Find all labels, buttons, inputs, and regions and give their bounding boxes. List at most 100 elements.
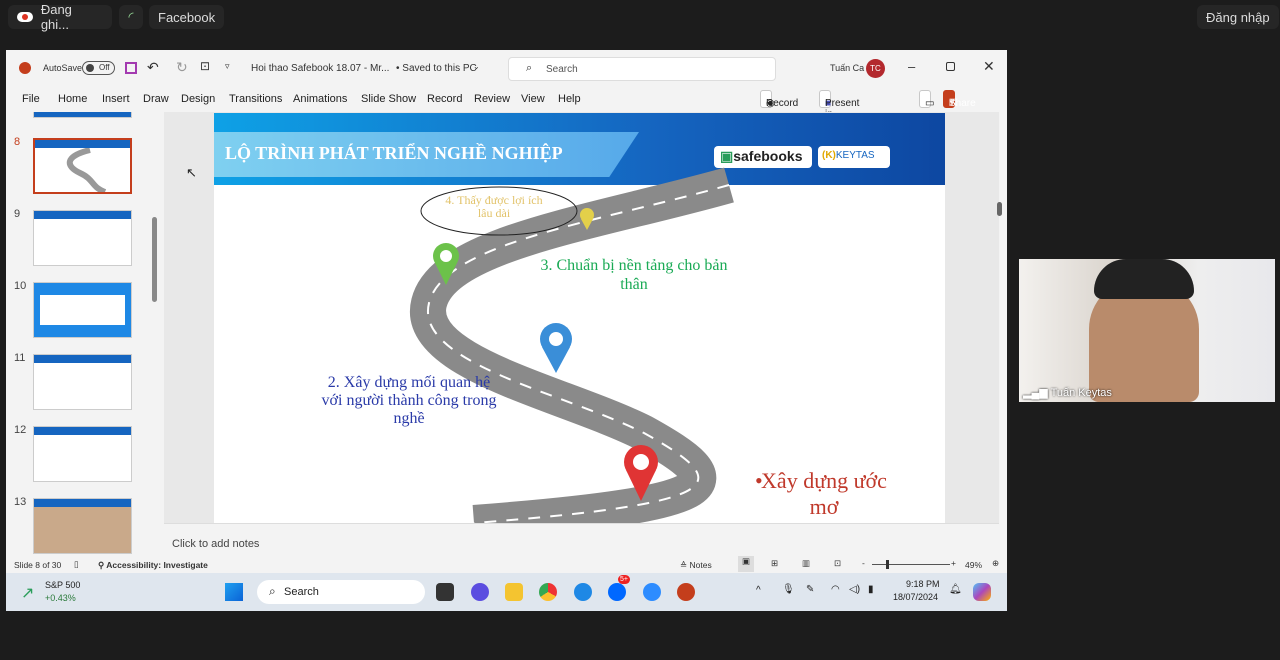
clock-date[interactable]: 18/07/2024 (893, 592, 938, 602)
edge-icon[interactable] (574, 583, 592, 601)
notification-bell-icon[interactable]: 🔔︎ (949, 584, 962, 595)
close-icon[interactable]: ✕ (983, 58, 995, 75)
minimize-icon[interactable]: – (908, 59, 915, 74)
tab-home[interactable]: Home (58, 93, 87, 105)
tray-chevron-icon[interactable]: ^ (756, 585, 761, 596)
zoom-slider[interactable]: - + (862, 558, 957, 569)
battery-icon[interactable]: ▮ (868, 584, 874, 595)
save-status[interactable]: • Saved to this PC (396, 63, 477, 74)
thumbnails-scrollbar[interactable] (152, 217, 157, 302)
tab-help[interactable]: Help (558, 93, 581, 105)
microphone-icon[interactable]: 🎙︎ (782, 584, 795, 595)
tab-design[interactable]: Design (181, 93, 215, 105)
accessibility-button[interactable]: ⚲ Accessibility: Investigate (98, 560, 208, 571)
reading-view-icon[interactable]: ▥ (802, 558, 810, 569)
record-label: Record (766, 98, 799, 109)
undo-icon[interactable]: ↶ (147, 59, 159, 76)
windows-taskbar: ↗ S&P 500 +0.43% ⌕ Search 5+ ^ 🎙︎ ✎ ◠ ◁)… (6, 573, 1007, 611)
thumbnail-number: 8 (14, 136, 21, 148)
pen-icon[interactable]: ✎ (806, 584, 814, 595)
mouse-cursor-icon: ↖ (186, 165, 197, 180)
customize-toolbar-icon[interactable]: ▿ (225, 61, 230, 72)
taskbar-search[interactable]: ⌕ Search (257, 580, 425, 604)
thumbnail-number: 12 (14, 424, 27, 436)
facebook-button[interactable]: Facebook (149, 5, 225, 29)
login-label: Đăng nhập (1206, 9, 1270, 25)
slide-thumbnail-12[interactable] (33, 426, 132, 482)
thumbnail-number: 9 (14, 208, 21, 220)
tab-record[interactable]: Record (427, 93, 462, 105)
slideshow-view-icon[interactable]: ⊡ (834, 558, 841, 569)
stock-name[interactable]: S&P 500 (45, 580, 80, 590)
step-1-text: • Xây dựng ước mơ (755, 468, 887, 519)
powerpoint-window: AutoSave Off ↶ ↻ ⊡ ▿ Hoi thao Safebook 1… (6, 50, 1007, 611)
ribbon-tabs: File Home Insert Draw Design Transitions… (6, 86, 1007, 131)
zalo-icon[interactable]: 5+ (608, 575, 630, 601)
tab-animations[interactable]: Animations (293, 93, 347, 105)
signal-icon: ▂▄▆ (1023, 387, 1048, 399)
slide-thumbnail-10[interactable] (33, 282, 132, 338)
recording-indicator[interactable]: Đang ghi... (8, 2, 112, 32)
share-button[interactable]: ⇱ Share ˅ (943, 90, 976, 109)
chrome-icon[interactable] (539, 583, 557, 601)
status-bar: Slide 8 of 30 ▯ ⚲ Accessibility: Investi… (6, 555, 1007, 573)
tab-draw[interactable]: Draw (143, 93, 169, 105)
tab-slide-show[interactable]: Slide Show (361, 93, 416, 105)
rss-icon[interactable]: ◜ (119, 5, 143, 29)
stock-change: +0.43% (45, 593, 76, 603)
document-title: Hoi thao Safebook 18.07 - Mr... (251, 63, 390, 74)
search-input[interactable]: ⌕ Search (508, 57, 776, 81)
notes-label: Notes (689, 560, 712, 570)
road-thumbnail (66, 147, 107, 192)
step-2-text: 2. Xây dựng mối quan hệ với người thành … (321, 374, 497, 427)
windows-start-icon[interactable] (225, 583, 243, 601)
copilot-icon[interactable] (973, 583, 991, 601)
slide-thumbnail-7[interactable] (33, 112, 132, 118)
notes-pane[interactable]: Click to add notes (164, 523, 999, 555)
tab-view[interactable]: View (521, 93, 545, 105)
slide-thumbnail-11[interactable] (33, 354, 132, 410)
present-in-teams-button[interactable]: ■Present in Teams (819, 90, 859, 131)
participant-video[interactable]: ▂▄▆ Tuấn Keytas (1019, 259, 1275, 402)
powerpoint-logo-icon (19, 62, 31, 74)
tab-review[interactable]: Review (474, 93, 510, 105)
powerpoint-taskbar-icon[interactable] (677, 583, 695, 601)
slide-editor: LỘ TRÌNH PHÁT TRIỂN NGHỀ NGHIỆP ▣safeboo… (164, 112, 1002, 523)
fit-to-window-icon[interactable]: ⊕ (992, 558, 999, 569)
normal-view-icon[interactable]: ▣ (738, 556, 754, 572)
autosave-toggle[interactable]: Off (82, 61, 115, 75)
volume-icon[interactable]: ◁) (849, 584, 860, 595)
save-icon[interactable] (125, 62, 137, 74)
task-view-icon[interactable] (436, 583, 454, 601)
participant-hair (1094, 259, 1194, 299)
redo-icon[interactable]: ↻ (176, 59, 188, 76)
notes-button[interactable]: ≙ Notes (680, 560, 712, 571)
file-explorer-icon[interactable] (505, 583, 523, 601)
title-bar: AutoSave Off ↶ ↻ ⊡ ▿ Hoi thao Safebook 1… (6, 50, 1007, 86)
slide-sorter-icon[interactable]: ⊞ (771, 558, 778, 569)
zoom-level[interactable]: 49% (965, 560, 982, 570)
slide-scrollbar[interactable] (997, 202, 1002, 216)
avatar[interactable]: TC (866, 59, 885, 78)
tab-insert[interactable]: Insert (102, 93, 130, 105)
zoom-app-icon[interactable] (643, 583, 661, 601)
present-icon[interactable]: ⊡ (200, 59, 210, 73)
record-button[interactable]: ◉ Record (760, 90, 798, 109)
login-button[interactable]: Đăng nhập (1197, 5, 1279, 29)
zalo-badge: 5+ (618, 575, 630, 584)
canva-icon[interactable] (471, 583, 489, 601)
comments-button[interactable]: ▭ (919, 90, 935, 109)
stock-chart-icon: ↗ (21, 585, 35, 602)
comment-icon: ▭ (925, 98, 935, 109)
slide-thumbnail-13[interactable] (33, 498, 132, 554)
clock-time[interactable]: 9:18 PM (906, 579, 940, 589)
tab-file[interactable]: File (22, 93, 40, 105)
slide-thumbnails-pane: 8 9 10 11 12 13 (6, 112, 164, 555)
slide-thumbnail-8[interactable] (33, 138, 132, 194)
autosave-state: Off (99, 63, 110, 72)
restore-icon[interactable] (946, 62, 955, 71)
slide-thumbnail-9[interactable] (33, 210, 132, 266)
tab-transitions[interactable]: Transitions (229, 93, 282, 105)
spellcheck-icon[interactable]: ▯ (74, 559, 79, 570)
wifi-icon[interactable]: ◠ (831, 584, 840, 595)
